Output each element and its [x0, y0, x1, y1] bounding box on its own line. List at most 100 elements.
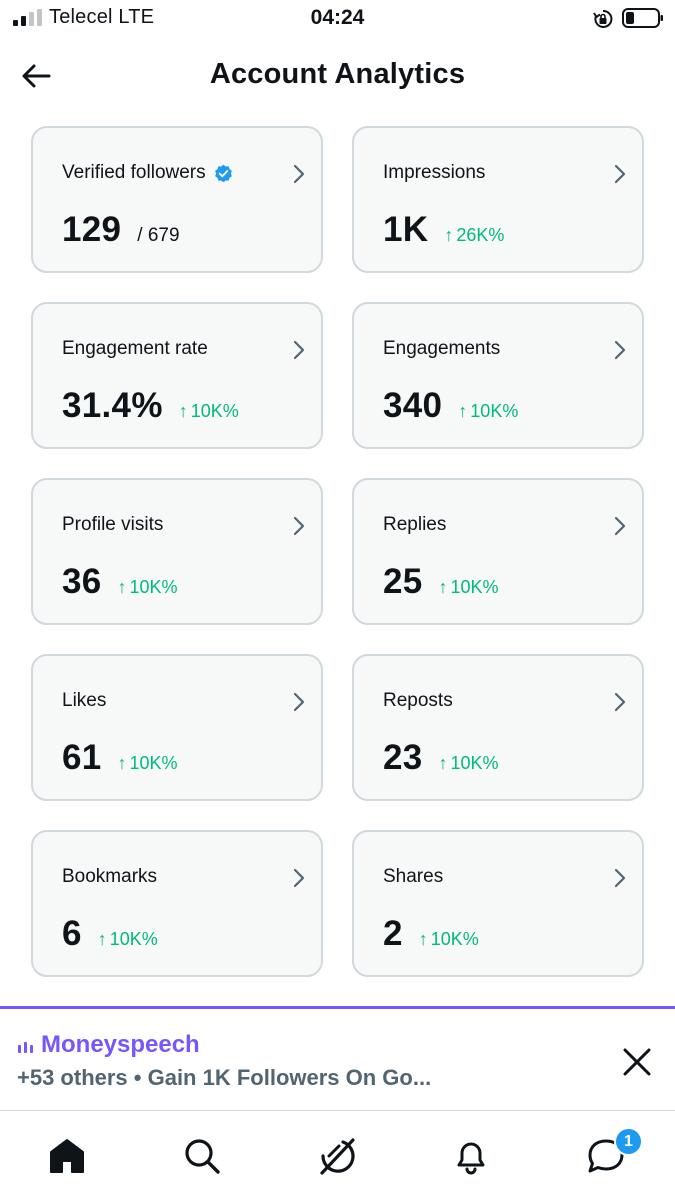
card-value: 1K	[383, 210, 429, 249]
card-value: 61	[62, 738, 102, 777]
card-value: 340	[383, 386, 443, 425]
card-reposts[interactable]: Reposts 23 ↑ 10K%	[352, 654, 644, 801]
messages-badge: 1	[614, 1127, 643, 1156]
chevron-right-icon	[614, 692, 626, 712]
change-indicator: ↑ 10K%	[439, 753, 499, 774]
change-indicator: ↑ 10K%	[419, 929, 479, 950]
chevron-right-icon	[293, 692, 305, 712]
chevron-right-icon	[614, 516, 626, 536]
card-value-row: 23 ↑ 10K%	[383, 738, 499, 778]
arrow-up-icon: ↑	[438, 753, 448, 773]
nav-home[interactable]	[43, 1132, 91, 1180]
change-indicator: ↑ 10K%	[179, 401, 239, 422]
card-impressions[interactable]: Impressions 1K ↑ 26K%	[352, 126, 644, 273]
change-value: 10K%	[129, 577, 178, 597]
card-value: 129	[62, 210, 122, 249]
card-value-row: 25 ↑ 10K%	[383, 562, 499, 602]
card-profile-visits[interactable]: Profile visits 36 ↑ 10K%	[31, 478, 323, 625]
change-value: 10K%	[450, 753, 499, 773]
arrow-up-icon: ↑	[458, 401, 468, 421]
card-engagement-rate[interactable]: Engagement rate 31.4% ↑ 10K%	[31, 302, 323, 449]
chevron-right-icon	[293, 868, 305, 888]
arrow-up-icon: ↑	[178, 401, 188, 421]
card-value: 36	[62, 562, 102, 601]
nav-grok[interactable]	[313, 1132, 361, 1180]
change-value: 10K%	[450, 577, 499, 597]
card-replies[interactable]: Replies 25 ↑ 10K%	[352, 478, 644, 625]
change-value: 10K%	[470, 401, 519, 421]
card-value-row: 36 ↑ 10K%	[62, 562, 178, 602]
card-value-row: 340 ↑ 10K%	[383, 386, 518, 426]
card-label: Engagements	[383, 338, 501, 359]
card-label: Engagement rate	[62, 338, 208, 359]
status-time: 04:24	[310, 6, 365, 29]
chevron-right-icon	[293, 516, 305, 536]
space-banner[interactable]: Moneyspeech +53 others • Gain 1K Followe…	[0, 1009, 675, 1111]
card-label: Bookmarks	[62, 866, 158, 887]
arrow-up-icon: ↑	[418, 929, 428, 949]
card-value: 23	[383, 738, 423, 777]
page-title: Account Analytics	[209, 58, 466, 90]
card-label: Verified followers	[62, 162, 206, 183]
card-label: Profile visits	[62, 514, 164, 535]
change-value: 26K%	[456, 225, 505, 245]
change-value: 10K%	[190, 401, 239, 421]
verified-badge-icon	[214, 164, 232, 182]
arrow-up-icon: ↑	[444, 225, 454, 245]
change-value: 10K%	[129, 753, 178, 773]
card-bookmarks[interactable]: Bookmarks 6 ↑ 10K%	[31, 830, 323, 977]
card-value-row: 61 ↑ 10K%	[62, 738, 178, 778]
arrow-up-icon: ↑	[117, 753, 127, 773]
status-bar: Telecel LTE 04:24	[0, 0, 675, 38]
chevron-right-icon	[614, 164, 626, 184]
card-label: Replies	[383, 514, 447, 535]
card-value-row: 1K ↑ 26K%	[383, 210, 504, 250]
grok-icon	[320, 1138, 355, 1175]
arrow-up-icon: ↑	[97, 929, 107, 949]
chevron-right-icon	[614, 340, 626, 360]
card-label: Shares	[383, 866, 444, 887]
home-icon	[50, 1139, 84, 1173]
nav-search[interactable]	[178, 1132, 226, 1180]
card-likes[interactable]: Likes 61 ↑ 10K%	[31, 654, 323, 801]
chevron-right-icon	[293, 340, 305, 360]
change-indicator: ↑ 10K%	[118, 753, 178, 774]
chevron-right-icon	[614, 868, 626, 888]
arrow-up-icon: ↑	[117, 577, 127, 597]
change-indicator: ↑ 10K%	[98, 929, 158, 950]
close-icon[interactable]	[618, 1043, 656, 1081]
card-label-wrap: Verified followers	[62, 162, 233, 184]
card-label: Impressions	[383, 162, 486, 183]
card-value-row: 31.4% ↑ 10K%	[62, 386, 239, 426]
card-value: 2	[383, 914, 403, 953]
card-value-row: 6 ↑ 10K%	[62, 914, 158, 954]
search-icon	[185, 1139, 220, 1174]
card-engagements[interactable]: Engagements 340 ↑ 10K%	[352, 302, 644, 449]
chevron-right-icon	[293, 164, 305, 184]
audio-bars-icon	[18, 1042, 33, 1053]
change-value: 10K%	[109, 929, 158, 949]
header: Account Analytics	[0, 48, 675, 104]
card-value-row: 2 ↑ 10K%	[383, 914, 479, 954]
nav-notifications[interactable]	[447, 1132, 495, 1180]
card-value: 31.4%	[62, 386, 163, 425]
space-description: +53 others • Gain 1K Followers On Go...	[17, 1065, 432, 1090]
space-host-name: Moneyspeech	[41, 1031, 200, 1058]
notifications-icon	[457, 1142, 485, 1175]
battery-icon	[622, 8, 663, 28]
card-value: 25	[383, 562, 423, 601]
card-shares[interactable]: Shares 2 ↑ 10K%	[352, 830, 644, 977]
card-verified-followers[interactable]: Verified followers 129 / 679	[31, 126, 323, 273]
change-indicator: ↑ 26K%	[444, 225, 504, 246]
card-label: Reposts	[383, 690, 453, 711]
change-value: 10K%	[430, 929, 479, 949]
card-value: 6	[62, 914, 82, 953]
card-label: Likes	[62, 690, 107, 711]
card-value-row: 129 / 679	[62, 210, 180, 250]
bottom-nav: 1	[0, 1112, 675, 1200]
arrow-up-icon: ↑	[438, 577, 448, 597]
change-indicator: ↑ 10K%	[439, 577, 499, 598]
change-indicator: ↑ 10K%	[118, 577, 178, 598]
orientation-lock-icon	[593, 9, 613, 28]
card-total: / 679	[137, 225, 180, 246]
